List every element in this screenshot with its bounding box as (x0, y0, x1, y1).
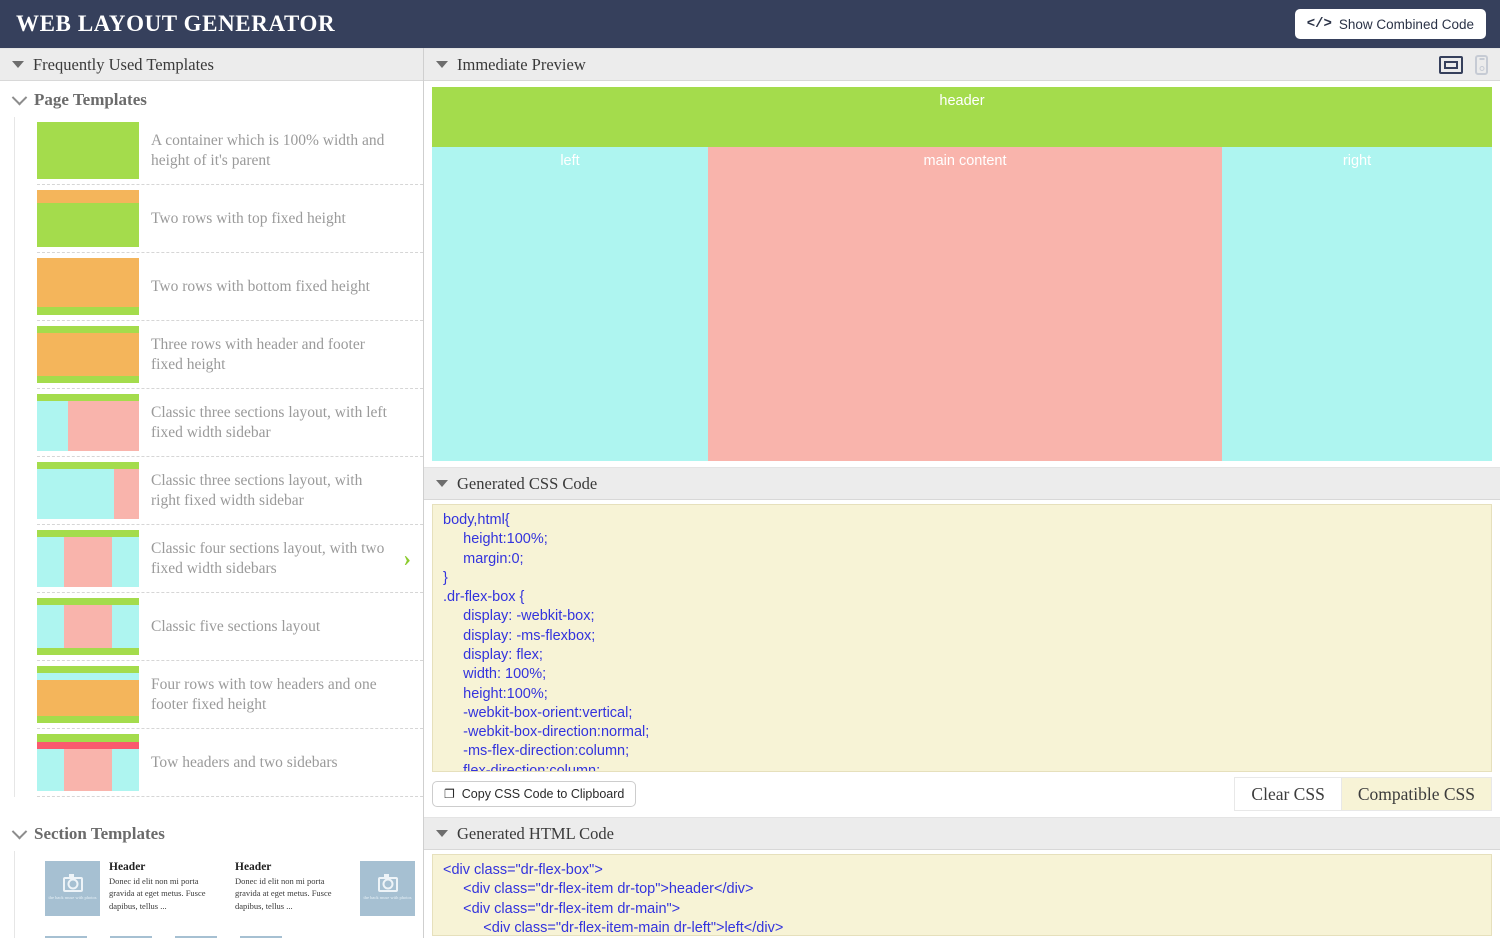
image-placeholder-icon: the back muse with photos (360, 861, 415, 916)
placeholder-caption: the back muse with photos (363, 894, 412, 900)
generated-html-toggle[interactable]: Generated HTML Code (436, 824, 614, 844)
clear-css-button[interactable]: Clear CSS (1234, 777, 1341, 811)
list-item[interactable]: Four rows with tow headers and one foote… (37, 661, 423, 729)
generated-html-code[interactable]: <div class="dr-flex-box"> <div class="dr… (432, 854, 1492, 936)
immediate-preview-toggle[interactable]: Immediate Preview (436, 55, 586, 75)
generated-css-code[interactable]: body,html{ height:100%; margin:0; } .dr-… (432, 504, 1492, 772)
workspace: Frequently Used Templates Page Templates… (0, 48, 1500, 938)
collapse-triangle-icon (436, 830, 448, 837)
media-card-body: Donec id elit non mi porta gravida at eg… (109, 876, 206, 911)
generated-css-header[interactable]: Generated CSS Code (424, 467, 1500, 500)
list-item-label: A container which is 100% width and heig… (151, 131, 385, 169)
generated-html-label: Generated HTML Code (457, 823, 614, 843)
list-item[interactable]: A container which is 100% width and heig… (37, 117, 423, 185)
list-item-label: Classic five sections layout (151, 617, 321, 635)
show-combined-code-label: Show Combined Code (1338, 16, 1474, 32)
list-item[interactable]: Classic five sections layout (37, 593, 423, 661)
css-action-buttons: Clear CSS Compatible CSS (1234, 777, 1492, 811)
copy-css-button[interactable]: ❐ Copy CSS Code to Clipboard (432, 781, 637, 807)
media-card[interactable]: the back muse with photos Header Donec i… (45, 861, 225, 916)
list-item[interactable]: Classic three sections layout, with left… (37, 389, 423, 457)
camera-icon (377, 874, 398, 892)
template-thumbnail (37, 530, 139, 587)
template-thumbnail (37, 326, 139, 383)
chevron-down-icon (11, 823, 28, 839)
template-thumbnail (37, 598, 139, 655)
list-item[interactable]: the back muse with photos Header Donec i… (37, 851, 423, 928)
page-templates-group-header[interactable]: Page Templates (0, 81, 423, 117)
list-item-label: Classic four sections layout, with two f… (151, 539, 385, 577)
list-item-label: Two rows with bottom fixed height (151, 277, 370, 295)
collapse-triangle-icon (12, 61, 24, 68)
item-arrow-icon[interactable]: › (403, 547, 411, 570)
templates-sidebar: Frequently Used Templates Page Templates… (0, 48, 424, 938)
code-brackets-icon: </> (1306, 16, 1332, 32)
section-templates-label: Section Templates (34, 824, 165, 843)
app-title: WEB LAYOUT GENERATOR (16, 11, 336, 36)
collapse-triangle-icon (436, 61, 448, 68)
preview-container: header left main content right (424, 81, 1500, 467)
page-templates-list: A container which is 100% width and heig… (14, 117, 423, 797)
desktop-icon[interactable] (1439, 55, 1463, 74)
image-placeholder-icon: the back muse with photos (45, 861, 100, 916)
generated-css-toggle[interactable]: Generated CSS Code (436, 474, 597, 494)
media-card[interactable]: Header Donec id elit non mi porta gravid… (235, 861, 415, 916)
generated-html-header[interactable]: Generated HTML Code (424, 817, 1500, 850)
template-thumbnail (37, 734, 139, 791)
list-item[interactable]: Two rows with top fixed height (37, 185, 423, 253)
generated-css-label: Generated CSS Code (457, 473, 598, 493)
preview-header-region[interactable]: header (432, 87, 1492, 147)
list-item[interactable] (37, 928, 423, 938)
compatible-css-button[interactable]: Compatible CSS (1340, 777, 1492, 811)
preview-left-region[interactable]: left (432, 147, 708, 461)
section-templates-group-header[interactable]: Section Templates (0, 815, 423, 851)
mobile-icon[interactable] (1475, 54, 1488, 75)
page-templates-label: Page Templates (34, 90, 147, 109)
template-thumbnail (37, 666, 139, 723)
sidebar-scrollbar[interactable] (414, 48, 423, 938)
placeholder-caption: the back muse with photos (48, 894, 97, 900)
template-thumbnail (37, 122, 139, 179)
frequently-used-templates-label: Frequently Used Templates (33, 54, 214, 74)
layout-preview[interactable]: header left main content right (432, 87, 1492, 461)
css-button-bar: ❐ Copy CSS Code to Clipboard Clear CSS C… (424, 772, 1500, 817)
immediate-preview-header: Immediate Preview (424, 48, 1500, 81)
list-item[interactable]: Three rows with header and footer fixed … (37, 321, 423, 389)
list-item-label: Three rows with header and footer fixed … (151, 335, 365, 373)
device-toggle-group (1439, 54, 1488, 75)
list-item[interactable]: Classic three sections layout, with righ… (37, 457, 423, 525)
immediate-preview-label: Immediate Preview (457, 54, 586, 74)
preview-main-region[interactable]: main content (708, 147, 1222, 461)
list-item[interactable]: Two rows with bottom fixed height (37, 253, 423, 321)
copy-icon: ❐ (444, 787, 455, 801)
show-combined-code-button[interactable]: </> Show Combined Code (1294, 9, 1486, 39)
list-item-label: Two rows with top fixed height (151, 209, 346, 227)
list-item-label: Four rows with tow headers and one foote… (151, 675, 377, 713)
template-thumbnail (37, 462, 139, 519)
frequently-used-templates-header[interactable]: Frequently Used Templates (0, 48, 423, 81)
templates-scroll-area[interactable]: Page Templates A container which is 100%… (0, 81, 423, 938)
list-item[interactable]: Tow headers and two sidebars (37, 729, 423, 797)
section-templates-list: the back muse with photos Header Donec i… (14, 851, 423, 938)
preview-main-row: left main content right (432, 147, 1492, 461)
template-thumbnail (37, 394, 139, 451)
template-thumbnail (37, 190, 139, 247)
list-item[interactable]: Classic four sections layout, with two f… (37, 525, 423, 593)
app-header-bar: WEB LAYOUT GENERATOR </> Show Combined C… (0, 0, 1500, 48)
list-item-label: Classic three sections layout, with left… (151, 403, 387, 441)
chevron-down-icon (11, 89, 28, 105)
collapse-triangle-icon (436, 480, 448, 487)
list-item-label: Tow headers and two sidebars (151, 753, 338, 771)
template-thumbnail (37, 258, 139, 315)
media-card-body: Donec id elit non mi porta gravida at eg… (235, 876, 332, 911)
media-card-title: Header (235, 861, 272, 873)
preview-right-region[interactable]: right (1222, 147, 1492, 461)
camera-icon (62, 874, 83, 892)
copy-css-label: Copy CSS Code to Clipboard (461, 787, 625, 801)
media-card-title: Header (109, 861, 146, 873)
list-item-label: Classic three sections layout, with righ… (151, 471, 363, 509)
right-pane: Immediate Preview header left main conte… (424, 48, 1500, 938)
